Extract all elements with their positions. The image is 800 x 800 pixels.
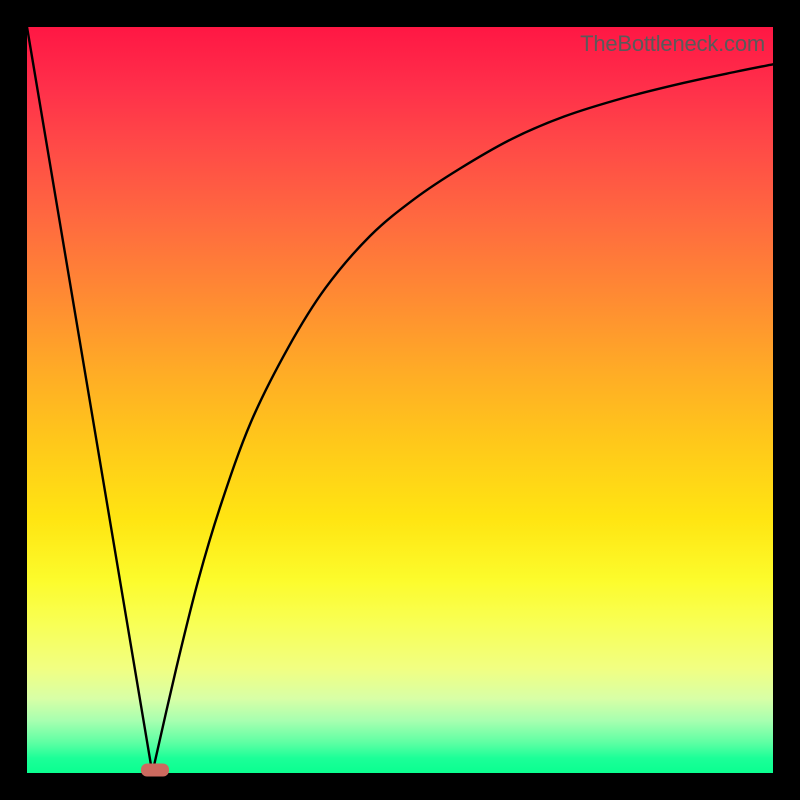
curve-svg bbox=[27, 27, 773, 773]
curve-left-branch bbox=[27, 27, 152, 773]
curve-right-branch bbox=[152, 64, 773, 773]
plot-area: TheBottleneck.com bbox=[27, 27, 773, 773]
chart-container: TheBottleneck.com bbox=[0, 0, 800, 800]
minimum-marker bbox=[141, 764, 169, 777]
